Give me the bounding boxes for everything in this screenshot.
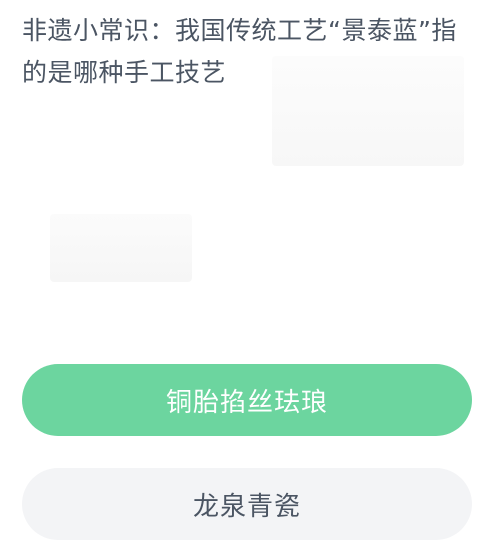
answer-option-2[interactable]: 龙泉青瓷 — [22, 468, 472, 540]
answer-option-1[interactable]: 铜胎掐丝珐琅 — [22, 364, 472, 436]
answer-option-label: 龙泉青瓷 — [192, 491, 301, 522]
quiz-page: 非遗小常识：我国传统工艺“景泰蓝”指的是哪种手工技艺 铜胎掐丝珐琅 龙泉青瓷 — [0, 0, 489, 547]
answer-option-label: 铜胎掐丝珐琅 — [165, 387, 328, 418]
background-image — [272, 56, 464, 166]
background-image — [50, 214, 192, 282]
